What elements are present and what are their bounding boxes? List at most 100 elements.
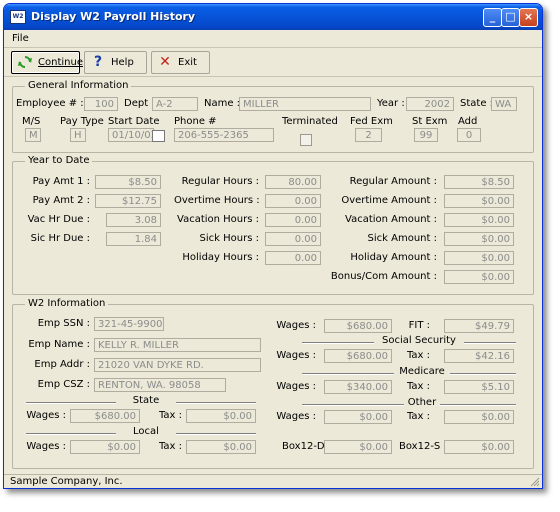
company-name: Sample Company, Inc. — [10, 476, 123, 487]
continue-button[interactable]: Continue — [11, 51, 83, 74]
bonus-com-amount-field[interactable]: $0.00 — [444, 270, 514, 284]
social-security-section-title: Social Security — [374, 335, 464, 347]
ms-field[interactable]: M — [25, 128, 41, 142]
emp-csz-field[interactable]: RENTON, WA. 98058 — [94, 378, 226, 392]
exit-label: Exit — [178, 57, 197, 68]
ms-label: M/S — [22, 116, 41, 127]
year-field[interactable]: 2002 — [406, 97, 454, 111]
federal-wages-label: Wages : — [276, 320, 316, 331]
terminated-checkbox[interactable] — [300, 134, 312, 146]
local-section-title: Local — [116, 426, 176, 438]
add-field[interactable]: 0 — [457, 128, 481, 142]
menu-file[interactable]: File — [12, 33, 29, 44]
continue-label: Continue — [38, 57, 83, 68]
regular-hours-field[interactable]: 80.00 — [265, 175, 321, 189]
state-section-title: State — [116, 395, 176, 407]
toolbar: Continue ? Help ✕ Exit — [4, 47, 542, 77]
other-wages-label: Wages : — [276, 411, 316, 422]
sick-hours-field[interactable]: 0.00 — [265, 232, 321, 246]
emp-addr-label: Emp Addr : — [34, 359, 90, 370]
other-wages-field[interactable]: $0.00 — [324, 410, 392, 424]
st-exm-field[interactable]: 99 — [414, 128, 438, 142]
exit-button[interactable]: ✕ Exit — [151, 51, 210, 74]
employee-number-field[interactable]: 100 — [84, 97, 118, 111]
local-tax-field[interactable]: $0.00 — [186, 440, 256, 454]
other-tax-field[interactable]: $0.00 — [444, 410, 514, 424]
menu-bar: File — [4, 31, 542, 47]
sick-amount-field[interactable]: $0.00 — [444, 232, 514, 246]
medicare-wages-field[interactable]: $340.00 — [324, 380, 392, 394]
ss-wages-field[interactable]: $680.00 — [324, 349, 392, 363]
emp-addr-field[interactable]: 21020 VAN DYKE RD. — [94, 358, 261, 372]
help-button[interactable]: ? Help — [84, 51, 147, 74]
fit-field[interactable]: $49.79 — [444, 319, 514, 333]
pay-amt-1-label: Pay Amt 1 : — [32, 176, 90, 187]
overtime-hours-field[interactable]: 0.00 — [265, 194, 321, 208]
emp-name-field[interactable]: KELLY R. MILLER — [94, 338, 261, 352]
overtime-amount-field[interactable]: $0.00 — [444, 194, 514, 208]
regular-hours-label: Regular Hours : — [181, 176, 259, 187]
holiday-amount-field[interactable]: $0.00 — [444, 251, 514, 265]
pay-amt-2-field[interactable]: $12.75 — [95, 194, 161, 208]
medicare-tax-field[interactable]: $5.10 — [444, 380, 514, 394]
medicare-tax-label: Tax : — [406, 381, 430, 392]
fed-exm-field[interactable]: 2 — [355, 128, 382, 142]
ss-tax-label: Tax : — [406, 350, 430, 361]
app-icon: W2 — [10, 10, 26, 24]
general-information-title: General Information — [25, 80, 132, 92]
emp-ssn-field[interactable]: 321-45-9900 — [94, 317, 164, 331]
box12-d-field[interactable]: $0.00 — [324, 440, 392, 454]
dept-field[interactable]: A-2 — [152, 97, 198, 111]
resize-grip-icon[interactable] — [530, 477, 540, 487]
other-section-title: Other — [404, 397, 440, 409]
vac-hr-due-field[interactable]: 3.08 — [106, 213, 161, 227]
pay-amt-1-field[interactable]: $8.50 — [95, 175, 161, 189]
maximize-button[interactable]: □ — [501, 8, 520, 27]
employee-number-label: Employee # : — [16, 98, 84, 109]
state-wages-label: Wages : — [26, 410, 66, 421]
exit-x-icon: ✕ — [159, 54, 171, 70]
medicare-wages-label: Wages : — [276, 381, 316, 392]
sic-hr-due-field[interactable]: 1.84 — [106, 232, 161, 246]
vacation-amount-field[interactable]: $0.00 — [444, 213, 514, 227]
pay-type-field[interactable]: H — [70, 128, 86, 142]
ss-tax-field[interactable]: $42.16 — [444, 349, 514, 363]
holiday-hours-field[interactable]: 0.00 — [265, 251, 321, 265]
start-date-label: Start Date — [108, 116, 160, 127]
vac-hr-due-label: Vac Hr Due : — [27, 214, 90, 225]
terminated-label: Terminated — [282, 116, 338, 127]
calendar-icon[interactable] — [152, 130, 165, 142]
box12-s-field[interactable]: $0.00 — [444, 440, 514, 454]
state-tax-label: Tax : — [158, 410, 182, 421]
minimize-button[interactable]: _ — [483, 8, 502, 27]
phone-field[interactable]: 206-555-2365 — [174, 128, 274, 142]
regular-amount-label: Regular Amount : — [349, 176, 437, 187]
status-bar: Sample Company, Inc. — [4, 474, 542, 488]
state-wages-field[interactable]: $680.00 — [70, 409, 140, 423]
federal-wages-field[interactable]: $680.00 — [324, 319, 392, 333]
sic-hr-due-label: Sic Hr Due : — [30, 233, 90, 244]
title-bar[interactable]: W2 Display W2 Payroll History _ □ × — [4, 4, 542, 30]
year-label: Year : — [377, 98, 405, 109]
pay-amt-2-label: Pay Amt 2 : — [32, 195, 90, 206]
local-wages-field[interactable]: $0.00 — [70, 440, 140, 454]
bonus-com-amount-label: Bonus/Com Amount : — [330, 271, 437, 282]
box12-d-label: Box12-D — [282, 441, 325, 452]
w2-information-title: W2 Information — [25, 298, 109, 310]
emp-name-label: Emp Name : — [28, 339, 90, 350]
regular-amount-field[interactable]: $8.50 — [444, 175, 514, 189]
vacation-hours-field[interactable]: 0.00 — [265, 213, 321, 227]
overtime-amount-label: Overtime Amount : — [341, 195, 437, 206]
state-tax-field[interactable]: $0.00 — [186, 409, 256, 423]
name-label: Name : — [204, 98, 241, 109]
medicare-section-title: Medicare — [394, 366, 450, 378]
ss-wages-label: Wages : — [276, 350, 316, 361]
local-tax-label: Tax : — [158, 441, 182, 452]
close-button[interactable]: × — [519, 8, 538, 27]
start-date-field[interactable]: 01/10/03 — [108, 128, 154, 142]
st-exm-label: St Exm — [412, 116, 448, 127]
help-label: Help — [111, 57, 134, 68]
local-wages-label: Wages : — [26, 441, 66, 452]
state-field[interactable]: WA — [491, 97, 517, 111]
name-field[interactable]: MILLER — [239, 97, 371, 111]
